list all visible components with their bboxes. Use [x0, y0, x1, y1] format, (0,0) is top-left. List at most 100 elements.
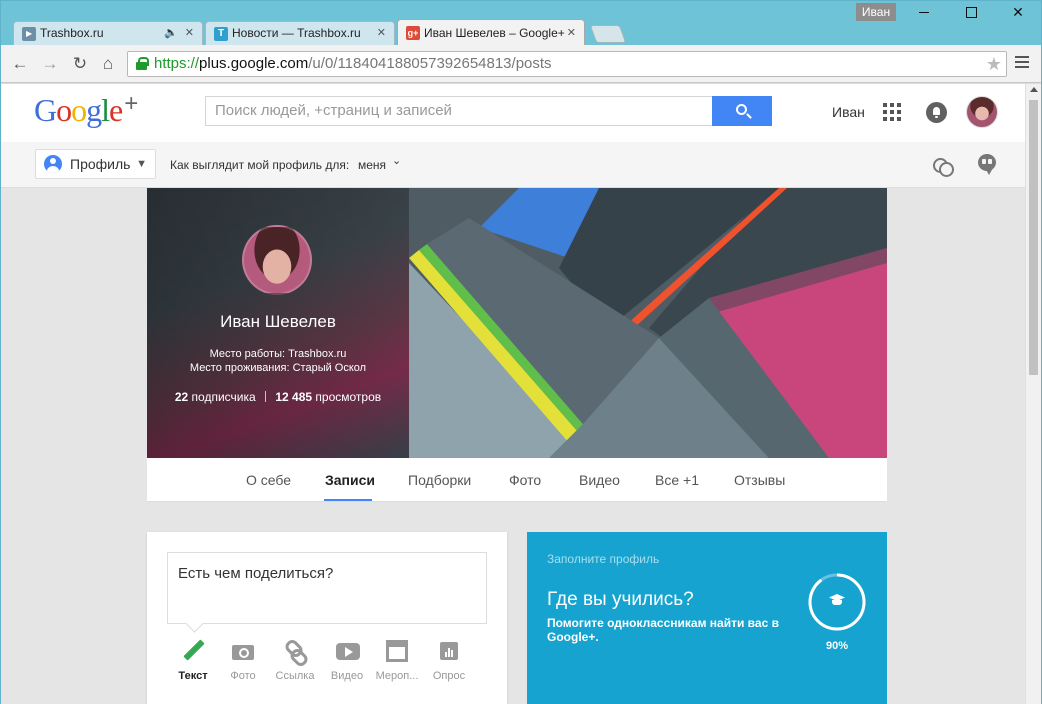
- tab-posts[interactable]: Записи: [325, 472, 375, 488]
- profile-location: Место проживания: Старый Оскол: [189, 362, 367, 374]
- title-bar: Иван Trashbox.ru 🔈 ✕ T Новости — Trashbo…: [1, 1, 1041, 45]
- complete-profile-card[interactable]: Заполните профиль Где вы учились? Помоги…: [527, 532, 887, 704]
- notifications-bell-icon[interactable]: [926, 102, 947, 123]
- video-icon: [336, 640, 360, 662]
- share-text-button[interactable]: Текст: [167, 640, 219, 682]
- profile-stats: 22 подписчика 12 485 просмотров: [147, 390, 409, 404]
- url-scheme: https://: [154, 55, 200, 72]
- browser-toolbar: ← → ↻ ⌂ https://plus.google.com/u/0/1184…: [1, 45, 1041, 83]
- share-action-label: Ссылка: [275, 670, 315, 682]
- share-poll-button[interactable]: Опрос: [423, 640, 475, 682]
- avatar[interactable]: [966, 96, 998, 128]
- search-input[interactable]: Поиск людей, +страниц и записей: [205, 96, 713, 126]
- forward-arrow-icon[interactable]: →: [39, 53, 61, 75]
- views-label: просмотров: [315, 390, 382, 404]
- circles-icon[interactable]: [931, 156, 954, 177]
- minimize-button[interactable]: [901, 1, 947, 23]
- tab-trashbox-news[interactable]: T Новости — Trashbox.ru ✕: [205, 21, 395, 45]
- tab-plus-ones[interactable]: Все +1: [655, 472, 699, 488]
- share-action-label: Мероп...: [375, 670, 419, 682]
- share-video-button[interactable]: Видео: [321, 640, 373, 682]
- scrollbar-thumb[interactable]: [1029, 100, 1038, 375]
- speaker-icon[interactable]: 🔈: [164, 22, 178, 44]
- share-action-label: Опрос: [432, 670, 466, 682]
- share-action-label: Видео: [330, 670, 364, 682]
- chevron-down-icon[interactable]: ⌄: [392, 154, 401, 167]
- profile-badge[interactable]: Иван: [856, 3, 896, 21]
- promo-text: Помогите одноклассникам найти вас в Goog…: [547, 616, 779, 644]
- promo-title: Где вы учились?: [547, 589, 694, 610]
- share-input[interactable]: Есть чем поделиться?: [167, 552, 487, 624]
- tab-about[interactable]: О себе: [246, 472, 291, 488]
- event-icon: [386, 640, 408, 662]
- address-bar[interactable]: https://plus.google.com/u/0/118404188057…: [127, 51, 1007, 77]
- search-button[interactable]: [712, 96, 772, 126]
- profile-tabs: О себе Записи Подборки Фото Видео Все +1…: [147, 458, 887, 502]
- page-scrollbar[interactable]: [1025, 84, 1041, 704]
- person-icon: [44, 155, 62, 173]
- share-photo-button[interactable]: Фото: [217, 640, 269, 682]
- tab-close-icon[interactable]: ✕: [185, 22, 194, 44]
- view-as-select[interactable]: меня: [358, 158, 386, 172]
- gplus-header: Google+ Поиск людей, +страниц и записей …: [1, 84, 1025, 142]
- maximize-button[interactable]: [948, 1, 994, 23]
- hangouts-icon[interactable]: [978, 154, 996, 176]
- share-actions: Текст Фото Ссылка Видео Мероп... Опрос: [167, 640, 487, 690]
- bookmark-star-icon[interactable]: ★: [986, 52, 1002, 76]
- trashbox-favicon-icon: [22, 27, 36, 41]
- share-event-button[interactable]: Мероп...: [371, 640, 423, 682]
- share-action-label: Фото: [230, 670, 256, 682]
- scroll-up-arrow-icon[interactable]: [1030, 87, 1038, 92]
- profile-toolbar: Профиль ▼ Как выглядит мой профиль для: …: [1, 142, 1025, 188]
- followers-count[interactable]: 22: [175, 390, 188, 404]
- pencil-icon: [182, 640, 204, 662]
- chevron-down-icon: ▼: [136, 158, 147, 170]
- followers-label[interactable]: подписчика: [192, 390, 256, 404]
- url-host: plus.google.com: [199, 55, 309, 72]
- lock-icon: [136, 57, 149, 70]
- profile-button-label: Профиль: [70, 156, 131, 172]
- reload-icon[interactable]: ↻: [69, 53, 91, 75]
- graduation-cap-icon: [827, 594, 847, 610]
- link-icon: [284, 640, 306, 662]
- trashbox-news-favicon-icon: T: [214, 27, 228, 41]
- google-plus-logo[interactable]: Google+: [34, 90, 138, 129]
- tab-title: Иван Шевелев – Google+: [424, 26, 565, 40]
- profile-work: Место работы: Trashbox.ru: [209, 348, 347, 360]
- username-link[interactable]: Иван: [832, 104, 865, 120]
- views-count: 12 485: [275, 390, 313, 404]
- apps-grid-icon[interactable]: [883, 103, 901, 121]
- new-tab-button[interactable]: [589, 25, 627, 43]
- stats-divider: [265, 391, 267, 402]
- home-icon[interactable]: ⌂: [97, 53, 119, 75]
- promo-kicker: Заполните профиль: [547, 552, 660, 566]
- profile-name: Иван Шевелев: [220, 312, 336, 331]
- url-path: /u/0/118404188057392654813/posts: [308, 55, 552, 72]
- cover-image: [409, 188, 887, 458]
- profile-photo[interactable]: [242, 225, 312, 295]
- tab-reviews[interactable]: Отзывы: [734, 472, 785, 488]
- tab-google-plus[interactable]: g+ Иван Шевелев – Google+ ✕: [397, 19, 585, 45]
- tab-title: Новости — Trashbox.ru: [232, 26, 361, 40]
- search-icon: [736, 104, 747, 115]
- browser-window: Иван Trashbox.ru 🔈 ✕ T Новости — Trashbo…: [0, 0, 1042, 704]
- profile-cover: Иван Шевелев Место работы: Trashbox.ru М…: [147, 188, 887, 458]
- camera-icon: [232, 640, 254, 662]
- profile-dropdown-button[interactable]: Профиль ▼: [35, 149, 156, 179]
- share-link-button[interactable]: Ссылка: [269, 640, 321, 682]
- back-arrow-icon[interactable]: ←: [9, 53, 31, 75]
- tab-close-icon[interactable]: ✕: [567, 20, 576, 46]
- view-as-label: Как выглядит мой профиль для:: [170, 158, 350, 172]
- tab-collections[interactable]: Подборки: [408, 472, 471, 488]
- tab-close-icon[interactable]: ✕: [377, 22, 386, 44]
- tab-photos[interactable]: Фото: [509, 472, 541, 488]
- profile-progress-ring: [807, 572, 867, 632]
- profile-progress-value: 90%: [825, 640, 849, 652]
- hamburger-menu-icon[interactable]: [1015, 56, 1029, 70]
- tab-title: Trashbox.ru: [40, 26, 104, 40]
- share-box: Есть чем поделиться? Текст Фото Ссылка В…: [147, 532, 507, 704]
- close-window-button[interactable]: [995, 1, 1041, 23]
- tab-trashbox[interactable]: Trashbox.ru 🔈 ✕: [13, 21, 203, 45]
- active-tab-indicator: [324, 499, 372, 501]
- tab-videos[interactable]: Видео: [579, 472, 620, 488]
